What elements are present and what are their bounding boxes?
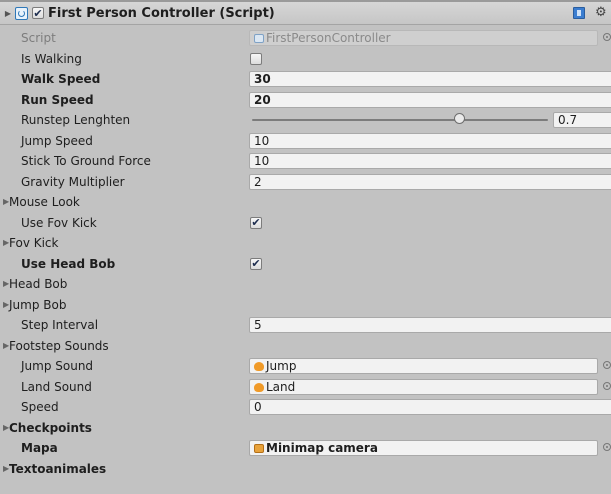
gravity-multiplier-input[interactable]: 2 [249, 173, 611, 190]
is-walking-checkbox[interactable] [250, 52, 262, 65]
component-title: First Person Controller (Script) [48, 5, 275, 21]
row-step-interval: Step Interval 5 [0, 315, 611, 336]
row-land-sound: Land Sound Land [0, 377, 611, 398]
row-speed: Speed 0 [0, 397, 611, 418]
row-textoanimales[interactable]: ▶ Textoanimales [0, 459, 611, 480]
use-fov-kick-label: Use Fov Kick [21, 215, 97, 230]
audio-clip-icon [254, 382, 264, 392]
script-field-value: FirstPersonController [266, 31, 391, 45]
component-header[interactable]: ▶ ✔ First Person Controller (Script) ⚙ [0, 2, 611, 25]
head-bob-label[interactable]: Head Bob [9, 274, 67, 294]
row-mapa: Mapa Minimap camera [0, 438, 611, 459]
runstep-lenghten-label: Runstep Lenghten [21, 113, 131, 127]
row-head-bob[interactable]: ▶ Head Bob [0, 274, 611, 295]
run-speed-input[interactable]: 20 [249, 91, 611, 108]
mouse-look-label[interactable]: Mouse Look [9, 192, 80, 212]
row-runstep-lenghten: Runstep Lenghten 0.7 [0, 110, 611, 131]
speed-label: Speed [21, 400, 59, 414]
row-script: Script FirstPersonController [0, 28, 611, 49]
jump-sound-field[interactable]: Jump [249, 358, 598, 374]
property-list: Script FirstPersonController Is Walking … [0, 28, 611, 479]
row-footstep-sounds[interactable]: ▶ Footstep Sounds [0, 336, 611, 357]
jump-sound-value: Jump [266, 359, 297, 373]
row-is-walking: Is Walking [0, 49, 611, 70]
object-picker-icon[interactable] [603, 443, 611, 451]
script-file-icon [254, 34, 264, 43]
walk-speed-label: Walk Speed [21, 72, 101, 86]
stick-to-ground-force-label: Stick To Ground Force [21, 154, 151, 168]
textoanimales-label[interactable]: Textoanimales [9, 459, 106, 479]
row-stick-to-ground-force: Stick To Ground Force 10 [0, 151, 611, 172]
row-use-head-bob: Use Head Bob ✔ [0, 254, 611, 275]
row-mouse-look[interactable]: ▶ Mouse Look [0, 192, 611, 213]
script-label: Script [21, 31, 56, 45]
row-run-speed: Run Speed 20 [0, 90, 611, 111]
row-fov-kick[interactable]: ▶ Fov Kick [0, 233, 611, 254]
gear-icon[interactable]: ⚙ [595, 5, 607, 20]
step-interval-label: Step Interval [21, 318, 99, 332]
row-jump-speed: Jump Speed 10 [0, 131, 611, 152]
step-interval-input[interactable]: 5 [249, 317, 611, 333]
jump-speed-label: Jump Speed [21, 133, 93, 148]
object-picker-icon[interactable] [603, 381, 611, 390]
audio-clip-icon [254, 362, 264, 371]
jump-bob-label[interactable]: Jump Bob [9, 295, 66, 315]
foldout-arrow-icon[interactable]: ▶ [2, 9, 14, 18]
land-sound-label: Land Sound [21, 379, 92, 394]
is-walking-label: Is Walking [21, 51, 82, 66]
row-jump-sound: Jump Sound Jump [0, 356, 611, 377]
footstep-sounds-label[interactable]: Footstep Sounds [9, 336, 109, 356]
runstep-slider-thumb[interactable] [454, 113, 466, 124]
gravity-multiplier-label: Gravity Multiplier [21, 174, 125, 189]
object-picker-icon[interactable] [603, 33, 611, 41]
fov-kick-label[interactable]: Fov Kick [9, 233, 58, 253]
use-head-bob-checkbox[interactable]: ✔ [250, 257, 262, 270]
land-sound-field[interactable]: Land [249, 378, 598, 395]
mapa-field[interactable]: Minimap camera [249, 440, 598, 456]
speed-input[interactable]: 0 [249, 399, 611, 415]
runstep-slider-track[interactable] [252, 119, 548, 121]
mapa-value: Minimap camera [266, 441, 378, 455]
script-field[interactable]: FirstPersonController [249, 30, 598, 46]
row-jump-bob[interactable]: ▶ Jump Bob [0, 295, 611, 316]
row-use-fov-kick: Use Fov Kick ✔ [0, 213, 611, 234]
jump-sound-label: Jump Sound [21, 359, 94, 373]
runstep-value-input[interactable]: 0.7 [553, 112, 611, 128]
run-speed-label: Run Speed [21, 92, 94, 107]
jump-speed-input[interactable]: 10 [249, 132, 611, 149]
camera-icon [254, 444, 264, 453]
row-walk-speed: Walk Speed 30 [0, 69, 611, 90]
row-checkpoints[interactable]: ▶ Checkpoints [0, 418, 611, 439]
component-enabled-checkbox[interactable]: ✔ [32, 7, 44, 19]
walk-speed-input[interactable]: 30 [249, 71, 611, 87]
help-book-icon[interactable] [573, 7, 585, 19]
row-gravity-multiplier: Gravity Multiplier 2 [0, 172, 611, 193]
use-fov-kick-checkbox[interactable]: ✔ [250, 216, 262, 229]
object-picker-icon[interactable] [603, 361, 611, 369]
mapa-label: Mapa [21, 441, 58, 455]
land-sound-value: Land [266, 379, 296, 394]
use-head-bob-label: Use Head Bob [21, 256, 116, 271]
checkpoints-label[interactable]: Checkpoints [9, 418, 92, 438]
stick-to-ground-force-input[interactable]: 10 [249, 153, 611, 169]
script-component-icon [15, 6, 28, 20]
